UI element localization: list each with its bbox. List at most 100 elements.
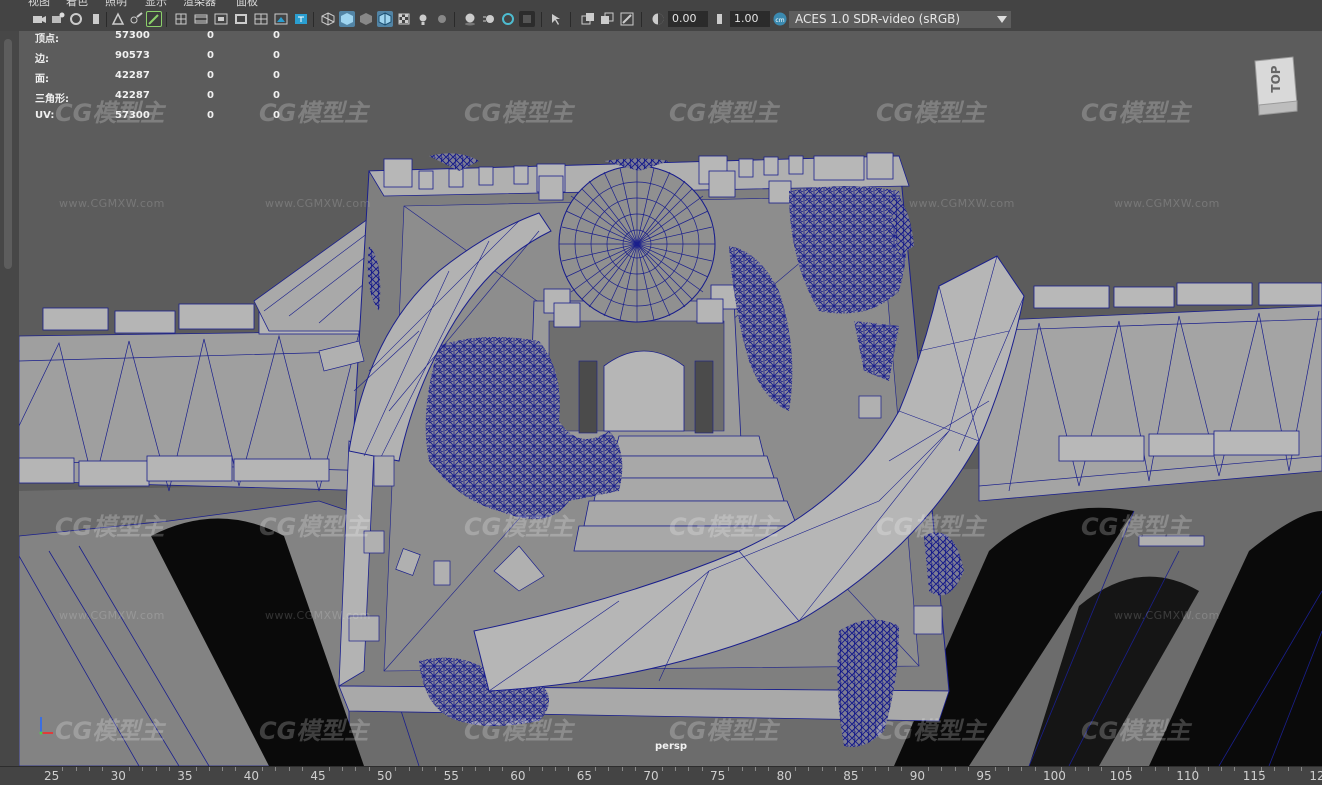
time-tick-mark: [328, 767, 330, 771]
scrollbar-thumb[interactable]: [4, 39, 12, 269]
menu-shading[interactable]: 着色: [66, 0, 88, 8]
hud-selected: 0: [273, 90, 280, 101]
watermark-logo: CG模型主: [55, 717, 165, 745]
time-tick-label: 30: [110, 769, 126, 783]
screen-space-ao-icon[interactable]: [462, 11, 478, 27]
time-tick-mark: [568, 767, 570, 771]
time-tick-mark: [1021, 767, 1023, 771]
exposure-field[interactable]: 0.00: [668, 11, 708, 27]
time-slider[interactable]: 25 30 35 40 45 50 55 60 65 70 75 80 85 90 95 100 105 110 1…: [0, 766, 1322, 785]
camera-attributes-icon[interactable]: [50, 11, 66, 27]
camera-name-label: persp: [655, 741, 687, 752]
time-tick-mark: [102, 767, 104, 771]
chevron-down-icon[interactable]: [997, 16, 1007, 23]
exposure-icon[interactable]: [650, 11, 666, 27]
time-tick-mark: [1301, 767, 1303, 771]
menu-show[interactable]: 显示: [145, 0, 167, 8]
time-tick-mark: [88, 767, 90, 771]
left-panel-strip: [0, 31, 19, 766]
smooth-shade-all-icon[interactable]: [339, 11, 355, 27]
watermark-logo: CG模型主: [669, 513, 779, 541]
hud-selected: 0: [207, 31, 214, 41]
time-tick-mark: [355, 767, 357, 771]
time-tick-mark: [754, 767, 756, 771]
watermark-logo: CG模型主: [259, 513, 369, 541]
multisample-aa-icon[interactable]: [500, 11, 516, 27]
time-tick-mark: [1207, 767, 1209, 771]
time-tick-mark: [1274, 767, 1276, 771]
isolate-select-icon[interactable]: [549, 11, 565, 27]
time-tick-mark: [728, 767, 730, 771]
xray-icon[interactable]: [580, 11, 596, 27]
time-tick-mark: [635, 767, 637, 771]
time-tick-mark: [888, 767, 890, 771]
field-chart-icon[interactable]: [253, 11, 269, 27]
time-tick-mark: [155, 767, 157, 771]
resolution-gate-icon[interactable]: [213, 11, 229, 27]
time-tick-mark: [368, 767, 370, 771]
time-tick-label: 60: [510, 769, 526, 783]
use-all-lights-icon[interactable]: [415, 11, 431, 27]
grid-icon[interactable]: [173, 11, 189, 27]
motion-blur-icon[interactable]: [481, 11, 497, 27]
watermark-logo: CG模型主: [464, 717, 574, 745]
time-tick-mark: [62, 767, 64, 771]
time-tick-mark: [528, 767, 530, 771]
shadows-icon[interactable]: [434, 11, 450, 27]
2d-pan-zoom-icon[interactable]: [110, 11, 126, 27]
time-tick-label: 110: [1176, 769, 1200, 783]
hud-total: 57300: [115, 31, 150, 41]
hud-total: 42287: [115, 90, 150, 101]
bookmarks-icon[interactable]: [69, 11, 85, 27]
color-space-dropdown[interactable]: ACES 1.0 SDR-video (sRGB): [789, 11, 1011, 28]
image-plane-icon[interactable]: [88, 11, 104, 27]
time-tick-mark: [435, 767, 437, 771]
time-tick-mark: [968, 767, 970, 771]
time-tick-mark: [821, 767, 823, 771]
select-camera-icon[interactable]: [31, 11, 47, 27]
time-tick-label: 65: [576, 769, 593, 783]
perspective-viewport[interactable]: CG模型主 CG模型主 CG模型主 CG模型主 CG模型主 CG模型主 www.…: [19, 31, 1322, 766]
time-tick-mark: [808, 767, 810, 771]
gamma-icon[interactable]: [712, 11, 728, 27]
hud-label: 三角形:: [35, 94, 69, 105]
time-tick-mark: [1061, 767, 1063, 771]
color-management-icon[interactable]: cm: [772, 11, 788, 27]
time-tick-mark: [461, 767, 463, 771]
safe-title-icon[interactable]: [293, 11, 309, 27]
default-material-icon[interactable]: [358, 11, 374, 27]
viewport-toolbar: 0.00 1.00 cm ACES 1.0 SDR-video (sRGB): [0, 8, 1322, 32]
time-tick-label: 50: [377, 769, 393, 783]
depth-of-field-icon[interactable]: [519, 11, 535, 27]
menu-renderer[interactable]: 渲染器: [183, 0, 216, 8]
watermark-logo: CG模型主: [55, 513, 165, 541]
watermark-url: www.CGMXW.com: [1114, 609, 1220, 622]
film-gate-icon[interactable]: [193, 11, 209, 27]
hud-selected: 0: [207, 90, 214, 101]
view-cube-face-label: TOP: [1269, 65, 1283, 92]
gamma-field[interactable]: 1.00: [730, 11, 770, 27]
time-tick-mark: [208, 767, 210, 771]
time-tick-mark: [1008, 767, 1010, 771]
textured-icon[interactable]: [396, 11, 412, 27]
menu-view[interactable]: 视图: [28, 0, 50, 8]
gate-mask-icon[interactable]: [233, 11, 249, 27]
time-tick-mark: [288, 767, 290, 771]
xray-joints-icon[interactable]: [619, 11, 635, 27]
watermark-url: www.CGMXW.com: [265, 197, 371, 210]
wireframe-on-shaded-icon[interactable]: [377, 11, 393, 27]
xray-active-components-icon[interactable]: [599, 11, 615, 27]
time-tick-mark: [701, 767, 703, 771]
grease-pencil-icon[interactable]: [128, 11, 144, 27]
pencil-icon[interactable]: [146, 11, 162, 27]
time-tick-mark: [302, 767, 304, 771]
menu-panels[interactable]: 面板: [236, 0, 258, 8]
time-tick-label: 70: [643, 769, 659, 783]
view-cube[interactable]: TOP: [1253, 55, 1299, 117]
time-tick-mark: [621, 767, 623, 771]
safe-action-icon[interactable]: [273, 11, 289, 27]
menu-lighting[interactable]: 照明: [105, 0, 127, 8]
wireframe-icon[interactable]: [320, 11, 336, 27]
time-tick-mark: [275, 767, 277, 771]
time-tick-mark: [541, 767, 543, 771]
